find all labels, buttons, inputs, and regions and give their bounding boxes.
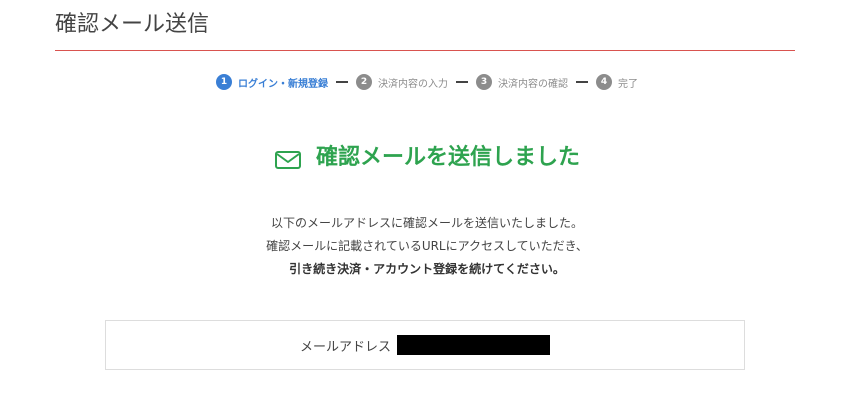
step-complete: 4 完了 xyxy=(596,74,638,90)
step-separator xyxy=(456,81,468,83)
page-title: 確認メール送信 xyxy=(55,12,210,37)
email-display-box: メールアドレス xyxy=(105,320,745,370)
step-label: 決済内容の確認 xyxy=(498,78,568,90)
step-label: 決済内容の入力 xyxy=(378,78,448,90)
step-number: 3 xyxy=(476,74,492,90)
step-label: ログイン・新規登録 xyxy=(238,78,328,90)
message-line-emphasis: 引き続き決済・アカウント登録を続けてください。 xyxy=(289,262,565,276)
step-payment-confirm: 3 決済内容の確認 xyxy=(476,74,568,90)
mail-icon xyxy=(274,151,301,169)
confirmation-heading: 確認メールを送信しました xyxy=(0,142,854,174)
step-payment-input: 2 決済内容の入力 xyxy=(356,74,448,90)
step-number: 4 xyxy=(596,74,612,90)
step-label: 完了 xyxy=(618,78,638,90)
step-separator xyxy=(336,81,348,83)
progress-steps: 1 ログイン・新規登録 2 決済内容の入力 3 決済内容の確認 4 完了 xyxy=(0,74,854,90)
message-line: 以下のメールアドレスに確認メールを送信いたしました。 xyxy=(270,216,583,230)
title-divider xyxy=(55,50,795,51)
step-separator xyxy=(576,81,588,83)
step-number: 1 xyxy=(216,74,232,90)
message-line: 確認メールに記載されているURLにアクセスしていただき、 xyxy=(266,239,588,253)
step-login-register: 1 ログイン・新規登録 xyxy=(216,74,328,90)
confirmation-message: 以下のメールアドレスに確認メールを送信いたしました。 確認メールに記載されている… xyxy=(0,212,854,281)
email-value-redacted xyxy=(397,335,550,355)
email-label: メールアドレス xyxy=(299,339,391,355)
step-number: 2 xyxy=(356,74,372,90)
confirmation-title: 確認メールを送信しました xyxy=(315,145,580,170)
